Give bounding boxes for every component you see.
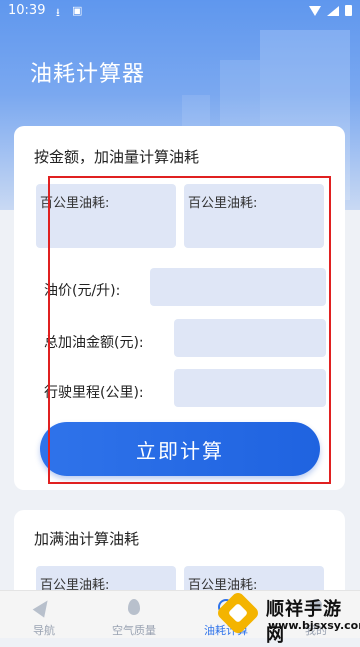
- wifi-icon: [309, 5, 321, 16]
- tab-label: 空气质量: [112, 624, 156, 637]
- card-title: 按金额，加油量计算油耗: [34, 148, 200, 166]
- leaf-icon: [126, 599, 142, 615]
- status-time: 10:39: [8, 3, 46, 18]
- result-label: 百公里油耗:: [188, 196, 258, 211]
- result-box-right: 百公里油耗:: [184, 184, 324, 248]
- mileage-input[interactable]: [174, 369, 326, 407]
- result-label: 百公里油耗:: [40, 196, 110, 211]
- watermark-url: www.bjsxsy.com: [268, 619, 360, 632]
- mileage-label: 行驶里程(公里):: [44, 385, 144, 401]
- page-title: 油耗计算器: [30, 62, 146, 87]
- navigation-icon: [32, 596, 54, 618]
- calculate-button[interactable]: 立即计算: [40, 422, 320, 476]
- signal-icon: [327, 5, 339, 16]
- amount-label: 总加油金额(元):: [44, 335, 144, 351]
- tab-air-quality[interactable]: 空气质量: [98, 591, 170, 638]
- price-label: 油价(元/升):: [44, 283, 121, 299]
- watermark-logo-icon: [215, 590, 261, 636]
- download-icon: ⭳: [56, 6, 60, 19]
- price-input[interactable]: [150, 268, 326, 306]
- status-bar: 10:39 ⭳ ▣: [0, 0, 360, 24]
- result-box-left: 百公里油耗:: [36, 184, 176, 248]
- watermark: 顺祥手游网 www.bjsxsy.com: [210, 590, 360, 646]
- amount-calc-card: 按金额，加油量计算油耗 百公里油耗: 百公里油耗: 油价(元/升): 总加油金额…: [14, 126, 345, 490]
- tab-label: 导航: [33, 624, 55, 637]
- amount-input[interactable]: [174, 319, 326, 357]
- tab-navigation[interactable]: 导航: [8, 591, 80, 638]
- battery-icon: [345, 5, 352, 16]
- a-badge-icon: ▣: [72, 4, 83, 17]
- card-title: 加满油计算油耗: [34, 530, 140, 548]
